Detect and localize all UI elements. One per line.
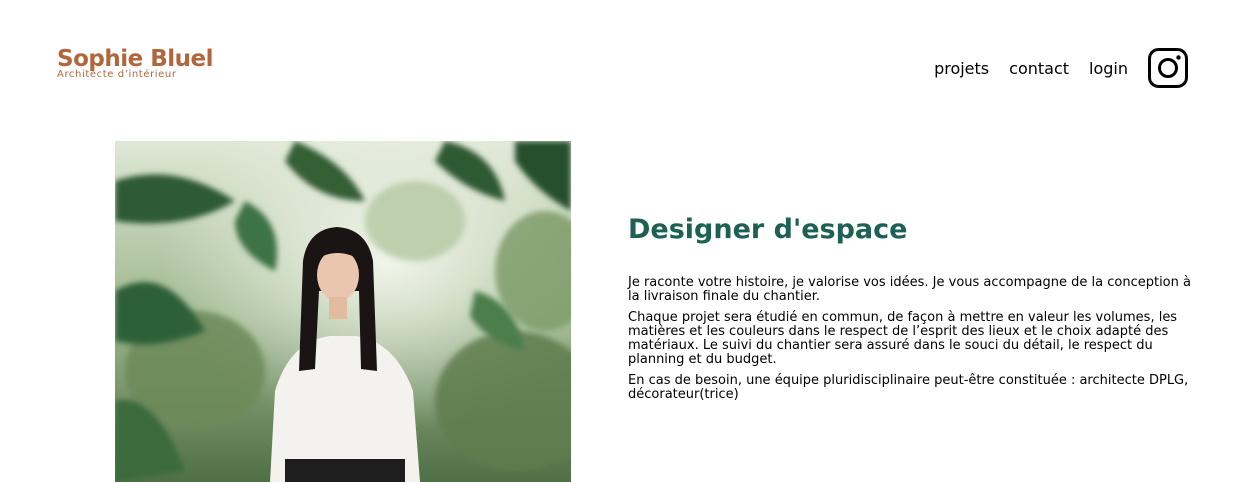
instagram-icon[interactable] (1148, 48, 1188, 88)
nav-login-link[interactable]: login (1089, 58, 1128, 80)
introduction-paragraph: Chaque projet sera étudié en commun, de … (628, 310, 1178, 367)
logo[interactable]: Sophie Bluel Architecte d’intérieur (57, 46, 213, 80)
introduction-title: Designer d'espace (628, 214, 908, 245)
introduction-paragraph: Je raconte votre histoire, je valorise v… (628, 275, 1191, 304)
page: Sophie Bluel Architecte d’intérieur proj… (0, 0, 1248, 482)
introduction-paragraph: En cas de besoin, une équipe pluridiscip… (628, 373, 1189, 402)
nav-projects-link[interactable]: projets (934, 58, 989, 80)
nav-contact-link[interactable]: contact (1009, 58, 1069, 80)
architect-portrait-photo (115, 141, 571, 482)
introduction-section: Designer d'espace Je raconte votre histo… (628, 213, 1203, 409)
main-nav: projets contact login (934, 58, 1128, 80)
